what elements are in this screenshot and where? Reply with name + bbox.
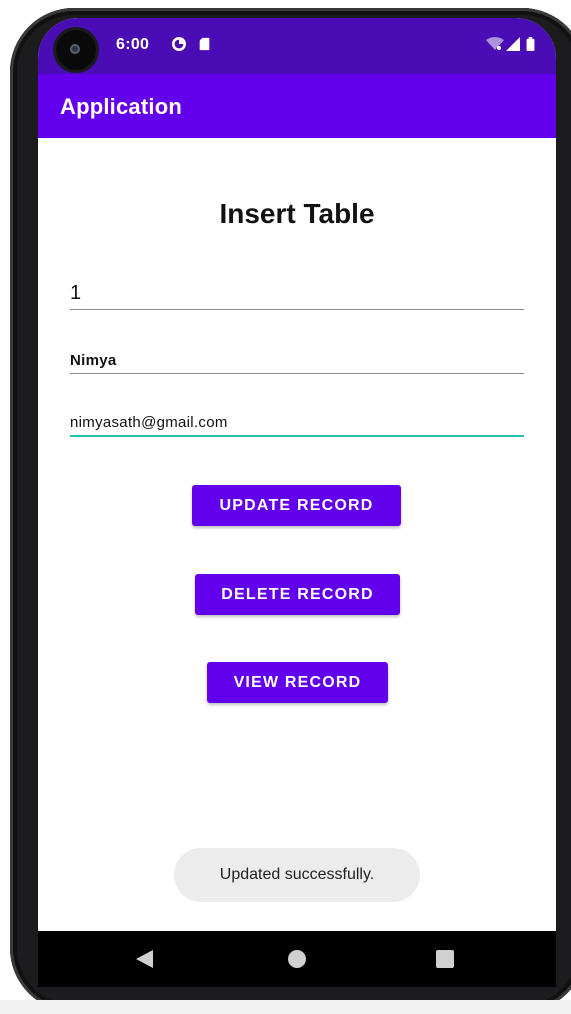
status-bar: 6:00 [38, 18, 556, 74]
front-camera [56, 30, 96, 70]
toast-message: Updated successfully. [174, 848, 420, 902]
delete-record-button[interactable]: DELETE RECORD [195, 574, 400, 615]
home-icon[interactable] [288, 950, 306, 968]
view-record-button[interactable]: VIEW RECORD [207, 662, 388, 703]
name-input[interactable] [70, 352, 524, 374]
phone-screen: 6:00 Application Insert Table UPDATE REC… [38, 18, 556, 966]
back-icon[interactable] [136, 950, 153, 968]
data-saver-icon [172, 37, 186, 51]
recents-icon[interactable] [436, 950, 454, 968]
id-input[interactable] [70, 282, 524, 310]
app-bar: Application [38, 74, 556, 138]
battery-icon [526, 37, 535, 51]
navigation-bar [38, 931, 556, 987]
bottom-strip [0, 1000, 571, 1014]
signal-icon [506, 37, 520, 51]
email-input[interactable] [70, 414, 524, 437]
page-title: Insert Table [219, 198, 375, 229]
update-record-button[interactable]: UPDATE RECORD [192, 485, 401, 526]
wifi-icon [486, 37, 504, 50]
app-title: Application [60, 94, 182, 119]
status-time: 6:00 [116, 36, 150, 53]
sd-card-icon [199, 37, 210, 51]
